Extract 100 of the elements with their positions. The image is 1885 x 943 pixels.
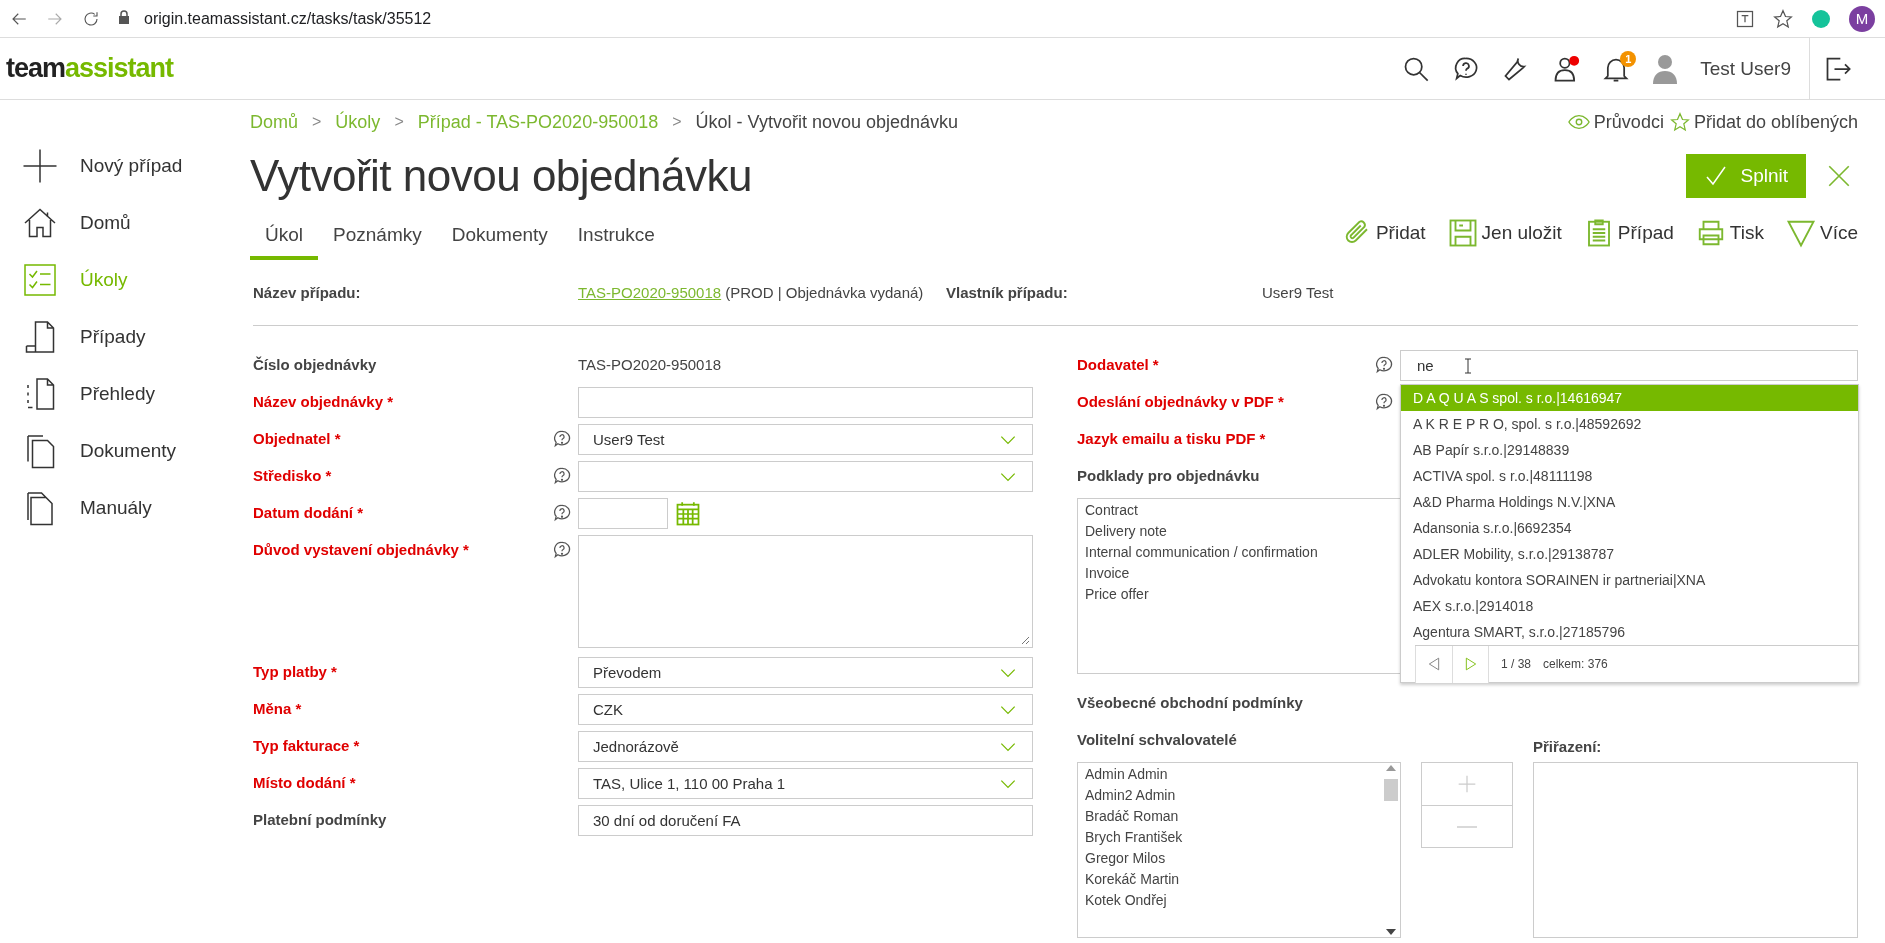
triangle-left-icon — [1427, 657, 1441, 671]
dropdown-option[interactable]: ACTIVA spol. s r.o.|48111198 — [1401, 463, 1858, 489]
section-label: Všeobecné obchodní podmínky — [1077, 693, 1303, 713]
supplier-field[interactable]: ne — [1400, 350, 1858, 381]
toolbar-action[interactable]: Více — [1785, 218, 1858, 248]
sidebar-item[interactable]: Přehledy — [0, 374, 230, 414]
list-item[interactable]: Kotek Ondřej — [1085, 891, 1167, 909]
next-page-button[interactable] — [1452, 645, 1489, 683]
field-label: Typ platby * — [253, 662, 337, 680]
field-label: Jazyk emailu a tisku PDF * — [1077, 429, 1266, 447]
star-icon — [1669, 112, 1690, 132]
triangle-down-icon — [1785, 218, 1816, 248]
sidebar-item[interactable]: Domů — [0, 203, 230, 243]
favorite-link[interactable]: Přidat do oblíbených — [1669, 111, 1858, 133]
minus-icon — [1457, 825, 1477, 828]
sidebar-item[interactable]: Nový případ — [0, 146, 230, 186]
sidebar-item[interactable]: Případy — [0, 317, 230, 357]
list-item[interactable]: Contract — [1085, 501, 1138, 519]
list-item[interactable]: Brych František — [1085, 828, 1183, 846]
toolbar-action[interactable]: Jen uložit — [1447, 218, 1562, 248]
section-label: Volitelní schvalovatelé — [1077, 730, 1237, 750]
dropdown-option[interactable]: AEX s.r.o.|2914018 — [1401, 593, 1858, 619]
field-label: Důvod vystavení objednávky * — [253, 540, 469, 558]
previous-page-button[interactable] — [1415, 645, 1452, 683]
field-label: Vlastník případu: — [946, 284, 1069, 301]
approvers-list[interactable]: Admin Admin Admin2 Admin Bradáč Roman Brych František Gregor Milos Korekáč Martin Kotek Ondřej — [1077, 762, 1401, 938]
profile-avatar[interactable]: M — [1849, 5, 1875, 32]
select-field[interactable]: Převodem — [578, 657, 1033, 688]
select-field[interactable]: TAS, Ulice 1, 110 00 Praha 1 — [578, 768, 1033, 799]
list-item[interactable]: Internal communication / confirmation — [1085, 543, 1318, 561]
notification-badge: 1 — [1620, 50, 1637, 67]
breadcrumb-link[interactable]: Úkol - Vytvořit novou objednávku — [695, 111, 958, 133]
field-label: Číslo objednávky — [253, 355, 377, 373]
person-icon — [1552, 54, 1581, 83]
field-label: Odeslání objednávky v PDF * — [1077, 392, 1284, 410]
dropdown-option[interactable]: Agentura SMART, s.r.o.|27185796 — [1401, 619, 1858, 645]
tab[interactable]: Instrukce — [562, 216, 670, 260]
field-label: Objednatel * — [253, 429, 341, 447]
total-count: celkem: 376 — [1543, 657, 1608, 671]
tab[interactable]: Úkol — [250, 216, 318, 260]
text-area[interactable] — [578, 535, 1033, 648]
dropdown-option[interactable]: A K R E P R O, spol. s r.o.|48592692 — [1401, 411, 1858, 437]
scrollbar-thumb[interactable] — [1384, 779, 1398, 801]
dropdown-option[interactable]: AB Papír s.r.o.|29148839 — [1401, 437, 1858, 463]
input-field[interactable]: 30 dní od doručení FA — [578, 805, 1033, 836]
toolbar-action[interactable]: Přidat — [1341, 218, 1426, 248]
user-name[interactable]: Test User9 — [1700, 57, 1791, 80]
dropdown-option[interactable]: A&D Pharma Holdings N.V.|XNA — [1401, 489, 1858, 515]
toolbar-action[interactable]: Tisk — [1695, 218, 1764, 248]
reload-icon — [82, 9, 100, 28]
user-avatar-icon — [1652, 53, 1679, 84]
field-value: TAS-PO2020-950018 — [578, 355, 723, 373]
field-label: Místo dodání * — [253, 773, 356, 791]
field-label: Středisko * — [253, 466, 332, 484]
close-icon — [1826, 163, 1852, 189]
extension-icon[interactable] — [1811, 8, 1831, 29]
input-field[interactable] — [578, 387, 1033, 418]
select-field[interactable] — [578, 461, 1033, 492]
close-button[interactable] — [1826, 163, 1852, 189]
sidebar-item[interactable]: Manuály — [0, 488, 230, 528]
field-label: Typ fakturace * — [253, 736, 360, 754]
case-status: (PROD | Objednávka vydaná) — [725, 284, 924, 301]
select-field[interactable]: Jednorázově — [578, 731, 1033, 762]
sidebar-item[interactable]: Dokumenty — [0, 431, 230, 471]
scroll-down-icon[interactable] — [1386, 929, 1396, 935]
guides-link[interactable]: Průvodci — [1567, 111, 1664, 133]
list-item[interactable]: Gregor Milos — [1085, 849, 1166, 867]
tab[interactable]: Dokumenty — [436, 216, 563, 260]
select-field[interactable]: User9 Test — [578, 424, 1033, 455]
plus-icon — [22, 148, 58, 184]
translate-icon — [1735, 8, 1755, 29]
address-bar[interactable]: origin.teamassistant.cz/tasks/task/35512 — [118, 9, 1717, 28]
select-field[interactable]: CZK — [578, 694, 1033, 725]
dropdown-option[interactable]: Adansonia s.r.o.|6692354 — [1401, 515, 1858, 541]
field-label: Název případu: — [253, 284, 362, 301]
tab[interactable]: Poznámky — [318, 216, 437, 260]
list-item[interactable]: Invoice — [1085, 564, 1130, 582]
help-icon — [552, 503, 572, 523]
toolbar-action[interactable]: Případ — [1583, 218, 1674, 248]
list-item[interactable]: Price offer — [1085, 585, 1149, 603]
lock-icon — [118, 9, 130, 24]
field-label: Dodavatel * — [1077, 355, 1159, 373]
checklist-icon — [22, 262, 58, 298]
dropdown-option[interactable]: Advokatu kontora SORAINEN ir partneriai|XNA — [1401, 567, 1858, 593]
triangle-right-icon — [1463, 657, 1478, 671]
field-label: Platební podmínky — [253, 810, 387, 828]
list-item[interactable]: Admin2 Admin — [1085, 786, 1176, 804]
list-item[interactable]: Bradáč Roman — [1085, 807, 1179, 825]
date-field[interactable] — [578, 498, 668, 529]
logo[interactable]: teamassistant — [6, 53, 1403, 84]
assigned-list[interactable] — [1533, 762, 1858, 938]
scroll-up-icon[interactable] — [1386, 765, 1396, 771]
breadcrumb-separator: > — [672, 113, 682, 131]
page-indicator: 1 / 38 — [1501, 657, 1532, 671]
list-item[interactable]: Admin Admin — [1085, 765, 1168, 783]
list-item[interactable]: Korekáč Martin — [1085, 870, 1180, 888]
star-icon — [1773, 8, 1793, 29]
section-label: Podklady pro objednávku — [1077, 466, 1260, 486]
list-item[interactable]: Delivery note — [1085, 522, 1167, 540]
dropdown-option[interactable]: ADLER Mobility, s.r.o.|29138787 — [1401, 541, 1858, 567]
